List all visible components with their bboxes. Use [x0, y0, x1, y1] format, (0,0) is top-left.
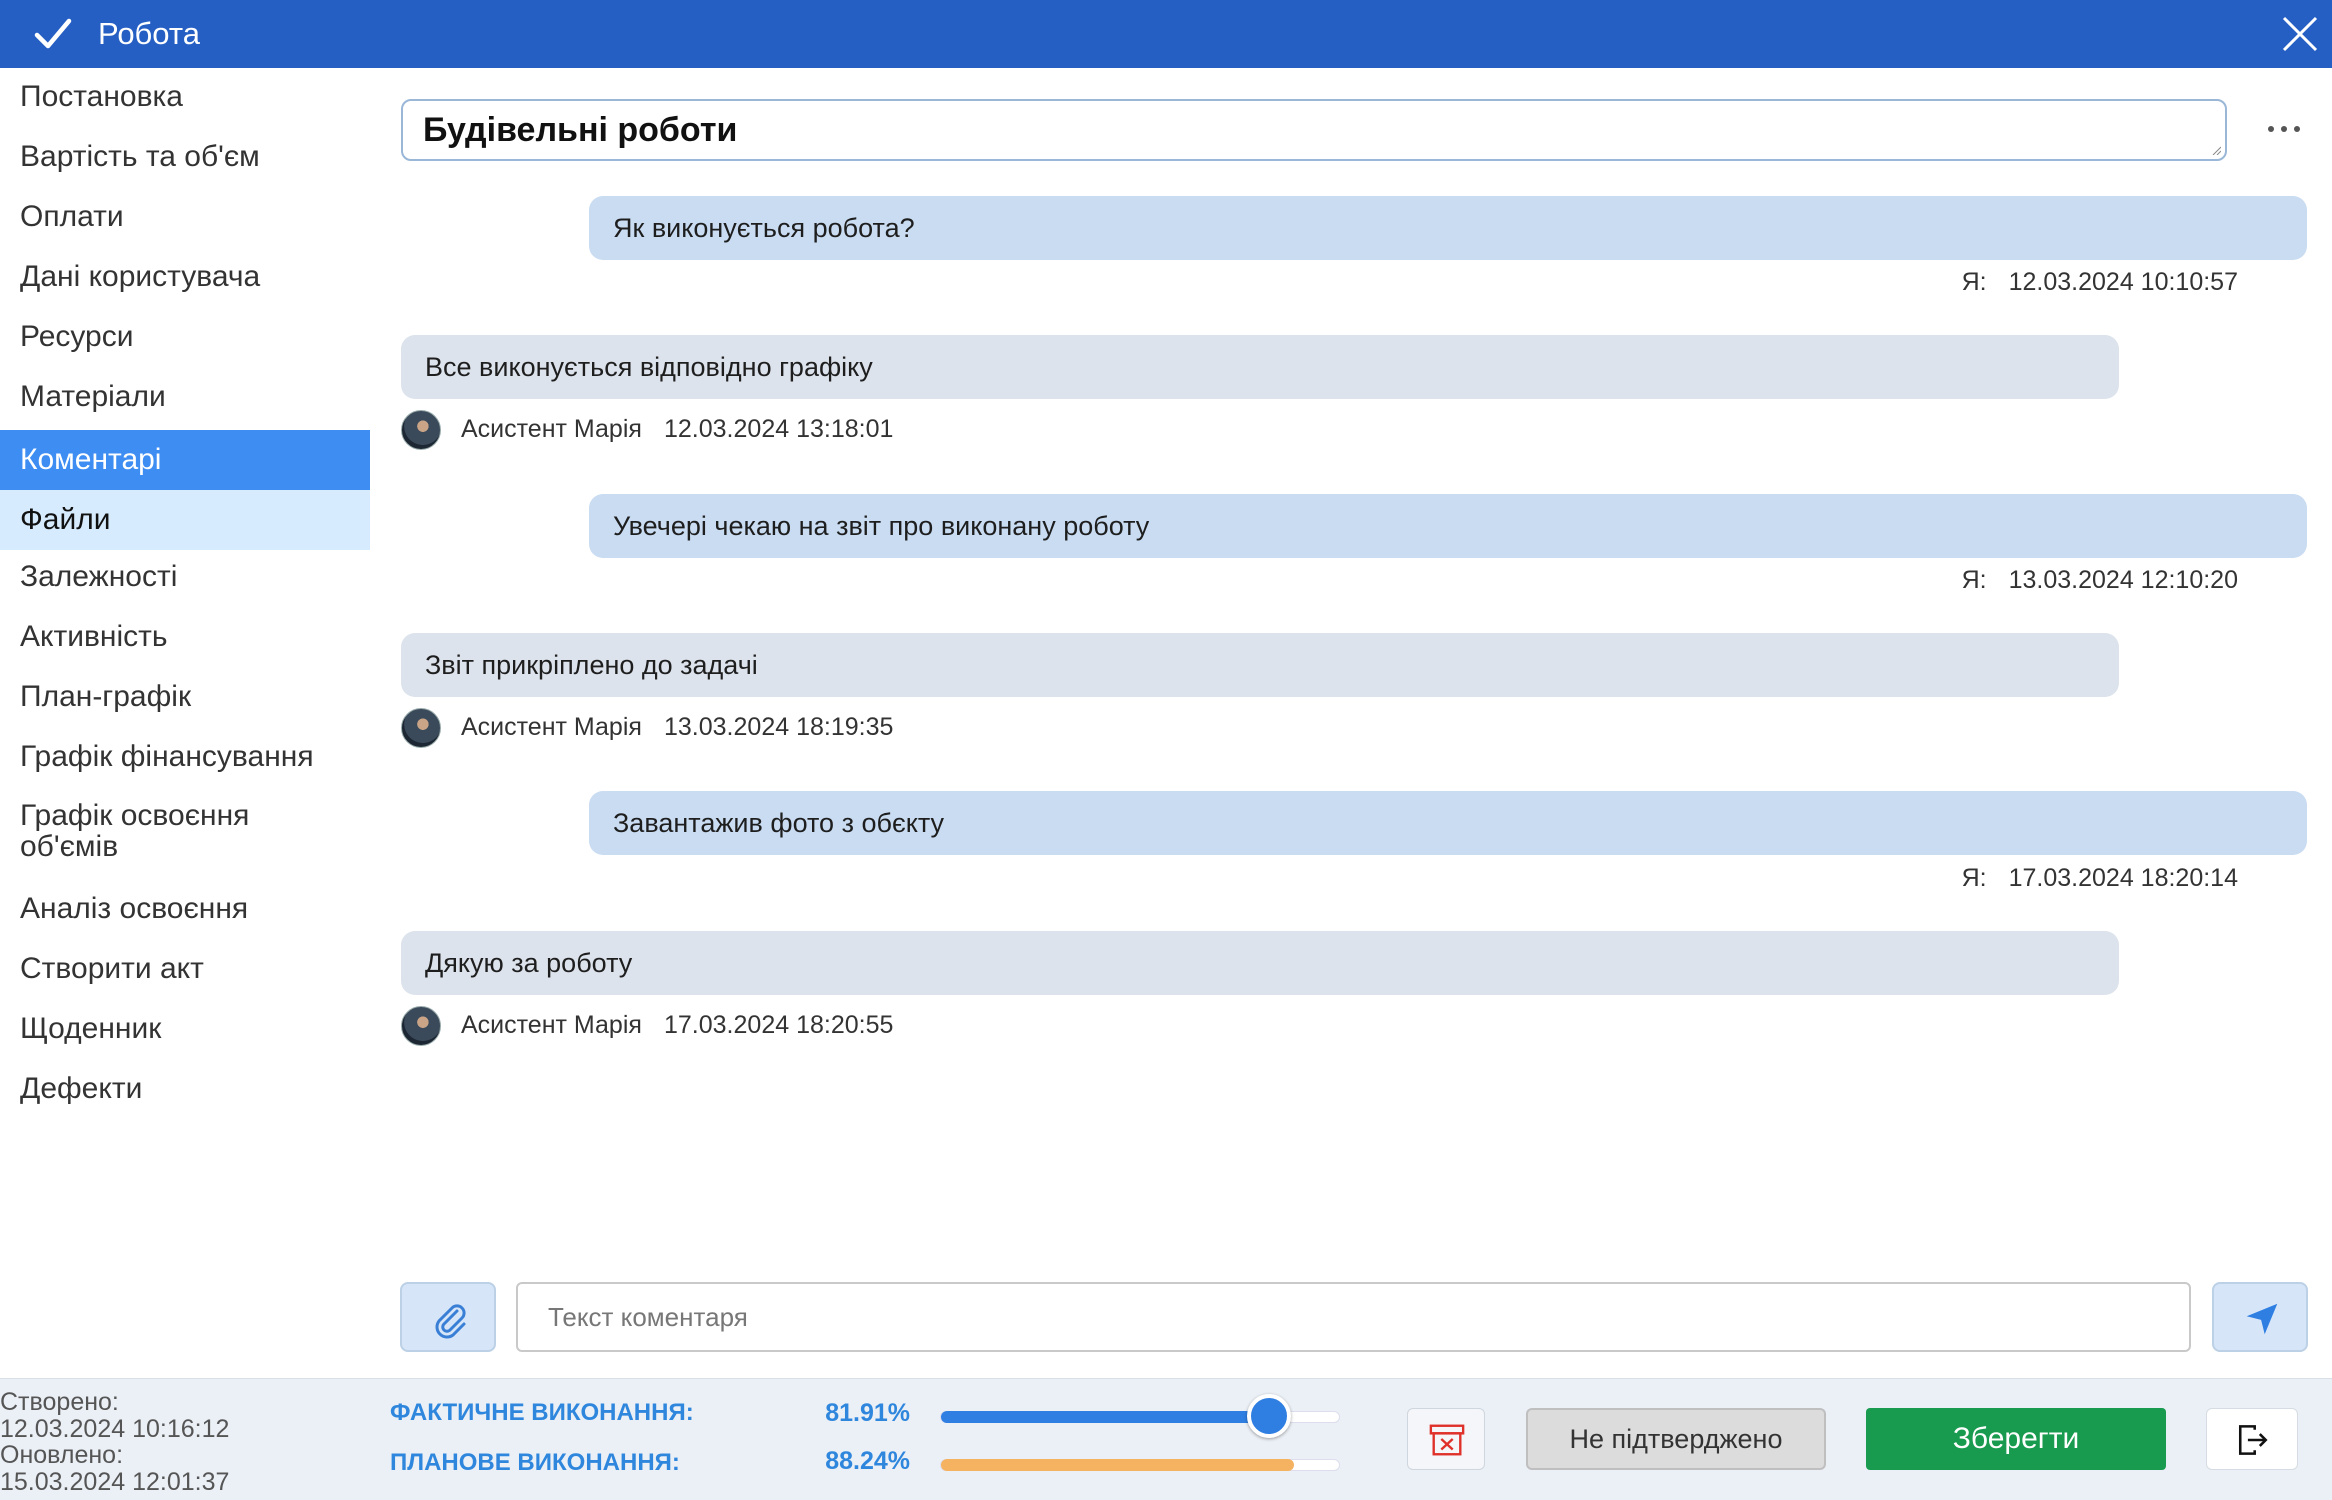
window-titlebar: Робота — [0, 0, 2332, 68]
comment-date: 13.03.2024 12:10:20 — [2008, 566, 2238, 594]
comment-bubble: Звіт прикріплено до задачі — [401, 633, 2119, 697]
sidebar-item-funding-schedule[interactable]: Графік фінансування — [0, 740, 370, 778]
sidebar-nav: Постановка Вартість та об'єм Оплати Дані… — [0, 68, 370, 1378]
check-icon[interactable] — [34, 16, 72, 52]
planned-progress-fill — [941, 1459, 1294, 1471]
more-options-icon[interactable] — [2262, 112, 2306, 148]
planned-progress-label: ПЛАНОВЕ ВИКОНАННЯ: — [390, 1449, 680, 1476]
comment-date: 12.03.2024 13:18:01 — [664, 415, 894, 443]
created-label: Створено: — [0, 1388, 119, 1416]
task-name-text: Будівельні роботи — [423, 111, 738, 149]
sidebar-item-user-data[interactable]: Дані користувача — [0, 260, 370, 298]
resize-grip-icon[interactable] — [2211, 145, 2221, 155]
sidebar-item-label: Графік освоєння — [20, 799, 250, 832]
comment-author: Я: — [1961, 566, 1987, 594]
comment-bubble: Увечері чекаю на звіт про виконану робот… — [589, 494, 2307, 558]
actual-progress-fill — [941, 1411, 1269, 1423]
sidebar-item-volume-schedule[interactable]: Графік освоєння об'ємів — [0, 800, 370, 862]
avatar[interactable] — [401, 708, 441, 748]
delete-button[interactable] — [1407, 1408, 1485, 1470]
save-button[interactable]: Зберегти — [1866, 1408, 2166, 1470]
sidebar-item-activity[interactable]: Активність — [0, 620, 370, 658]
sidebar-item-comments[interactable]: Коментарі — [0, 430, 370, 490]
comment-author: Я: — [1961, 864, 1987, 892]
comment-author: Асистент Марія — [461, 1011, 642, 1039]
comment-author: Я: — [1961, 268, 1987, 296]
sidebar-item-payments[interactable]: Оплати — [0, 200, 370, 238]
comment-bubble: Як виконується робота? — [589, 196, 2307, 260]
sidebar-item-label: об'ємів — [20, 830, 119, 863]
comment-bubble: Завантажив фото з обєкту — [589, 791, 2307, 855]
comment-input[interactable] — [516, 1282, 2191, 1352]
updated-label: Оновлено: — [0, 1441, 124, 1469]
send-icon — [2246, 1303, 2278, 1335]
comment-date: 12.03.2024 10:10:57 — [2008, 268, 2238, 296]
send-comment-button[interactable] — [2212, 1282, 2308, 1352]
exit-button[interactable] — [2206, 1408, 2298, 1470]
exit-icon — [2238, 1425, 2268, 1455]
sidebar-item-schedule[interactable]: План-графік — [0, 680, 370, 718]
avatar[interactable] — [401, 1006, 441, 1046]
updated-date: 15.03.2024 12:01:37 — [0, 1468, 230, 1496]
sidebar-item-setup[interactable]: Постановка — [0, 80, 370, 118]
attach-file-button[interactable] — [400, 1282, 496, 1352]
task-name-field[interactable]: Будівельні роботи — [401, 99, 2227, 161]
comment-bubble: Все виконується відповідно графіку — [401, 335, 2119, 399]
created-date: 12.03.2024 10:16:12 — [0, 1415, 230, 1443]
sidebar-item-resources[interactable]: Ресурси — [0, 320, 370, 358]
sidebar-item-diary[interactable]: Щоденник — [0, 1012, 370, 1050]
comment-meta: Я: 17.03.2024 18:20:14 — [1962, 864, 2238, 893]
comment-meta: Я: 13.03.2024 12:10:20 — [1962, 566, 2238, 595]
close-icon[interactable] — [2280, 14, 2320, 54]
paperclip-icon — [435, 1304, 466, 1339]
comment-meta: Я: 12.03.2024 10:10:57 — [1962, 268, 2238, 297]
comment-date: 17.03.2024 18:20:14 — [2008, 864, 2238, 892]
sidebar-item-files[interactable]: Файли — [0, 490, 370, 550]
sidebar-item-defects[interactable]: Дефекти — [0, 1072, 370, 1110]
comment-date: 17.03.2024 18:20:55 — [664, 1011, 894, 1039]
avatar[interactable] — [401, 410, 441, 450]
sidebar-item-dependencies[interactable]: Залежності — [0, 560, 370, 598]
window-title: Робота — [98, 16, 200, 51]
actual-progress-slider[interactable] — [940, 1394, 1340, 1438]
archive-delete-icon — [1429, 1424, 1465, 1456]
comment-author: Асистент Марія — [461, 713, 642, 741]
actual-progress-label: ФАКТИЧНЕ ВИКОНАННЯ: — [390, 1399, 694, 1426]
planned-progress-value: 88.24% — [825, 1447, 910, 1475]
sidebar-item-cost-volume[interactable]: Вартість та об'єм — [0, 140, 370, 178]
sidebar-item-materials[interactable]: Матеріали — [0, 380, 370, 418]
sidebar-item-create-act[interactable]: Створити акт — [0, 952, 370, 990]
actual-progress-handle[interactable] — [1246, 1394, 1291, 1438]
comment-author: Асистент Марія — [461, 415, 642, 443]
comment-bubble: Дякую за роботу — [401, 931, 2119, 995]
sidebar-item-analysis[interactable]: Аналіз освоєння — [0, 892, 370, 930]
comment-date: 13.03.2024 18:19:35 — [664, 713, 894, 741]
actual-progress-value: 81.91% — [825, 1399, 910, 1427]
planned-progress-bar — [940, 1459, 1340, 1471]
status-button[interactable]: Не підтверджено — [1526, 1408, 1826, 1470]
